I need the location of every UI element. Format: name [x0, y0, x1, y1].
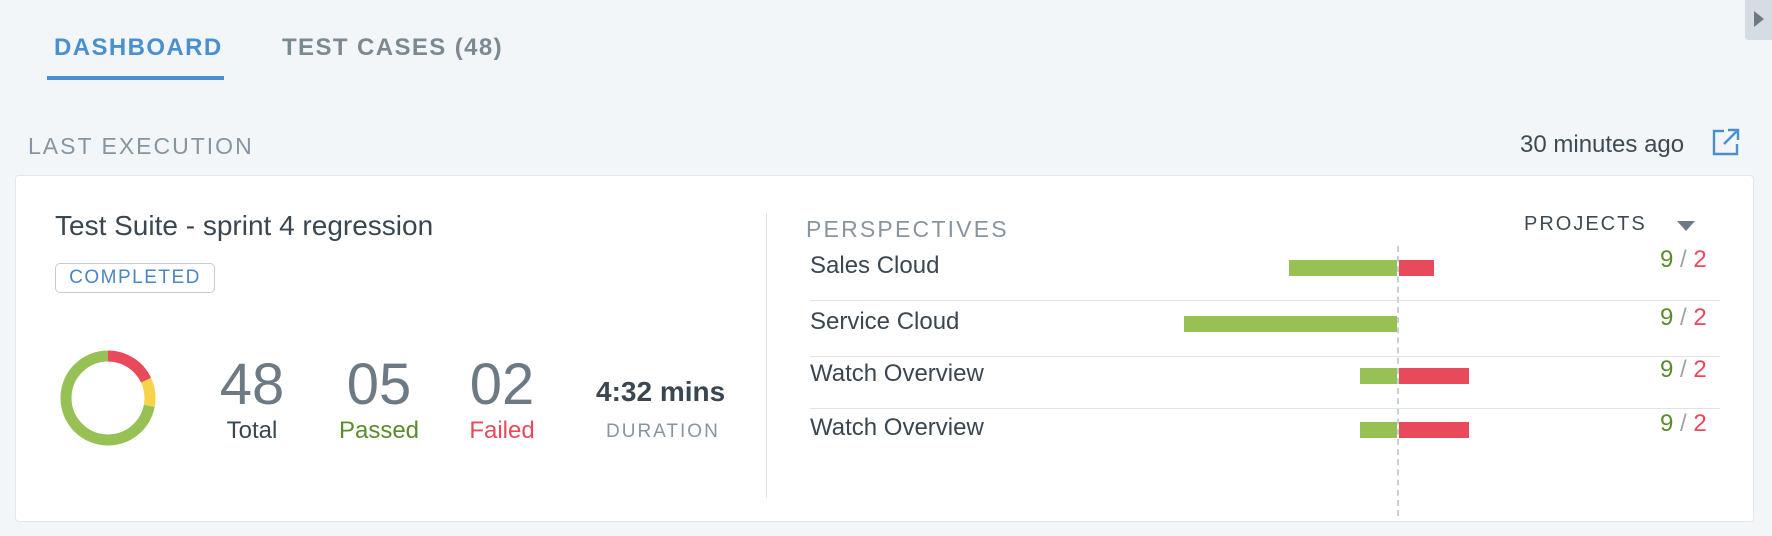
fail-bar	[1399, 260, 1435, 276]
pass-bar	[1359, 368, 1397, 384]
status-badge: COMPLETED	[55, 263, 215, 293]
perspective-name: Watch Overview	[810, 360, 984, 387]
ratio-separator: /	[1673, 304, 1694, 331]
fail-bar	[1399, 422, 1470, 438]
last-execution-card: Test Suite - sprint 4 regression COMPLET…	[15, 175, 1754, 522]
ratio-fail: 2	[1693, 410, 1707, 437]
tab-dashboard[interactable]: DASHBOARD	[54, 34, 223, 62]
fail-bar	[1399, 368, 1470, 384]
result-donut-chart	[60, 350, 156, 446]
total-count: 48	[219, 352, 285, 417]
ratio-pass: 9	[1660, 410, 1674, 437]
panel-divider	[766, 213, 767, 498]
perspective-name: Service Cloud	[810, 308, 960, 335]
pass-fail-ratio: 9 / 2	[1660, 410, 1707, 438]
perspective-row[interactable]: Watch Overview 9 / 2	[810, 348, 1720, 409]
duration-value: 4:32 mins	[596, 376, 726, 407]
ratio-pass: 9	[1660, 304, 1674, 331]
perspective-row[interactable]: Watch Overview 9 / 2	[810, 402, 1720, 462]
ratio-separator: /	[1673, 356, 1694, 383]
external-link-icon[interactable]	[1711, 127, 1741, 157]
pass-bar	[1183, 316, 1397, 332]
passed-count: 05	[346, 352, 412, 417]
suite-title[interactable]: Test Suite - sprint 4 regression	[55, 210, 433, 242]
active-tab-indicator	[47, 76, 224, 80]
execution-timestamp: 30 minutes ago	[1520, 131, 1685, 158]
failed-count: 02	[469, 352, 535, 417]
passed-label: Passed	[338, 417, 420, 444]
perspective-name: Sales Cloud	[810, 252, 940, 279]
caret-down-icon[interactable]	[1676, 220, 1696, 232]
perspective-name: Watch Overview	[810, 414, 984, 441]
section-title: LAST EXECUTION	[28, 133, 254, 159]
ratio-fail: 2	[1693, 356, 1707, 383]
ratio-fail: 2	[1693, 246, 1707, 273]
projects-dropdown[interactable]: PROJECTS	[1524, 213, 1647, 236]
pass-bar	[1359, 422, 1397, 438]
failed-label: Failed	[469, 417, 535, 444]
pass-fail-ratio: 9 / 2	[1660, 356, 1707, 384]
pass-fail-ratio: 9 / 2	[1660, 246, 1707, 274]
ratio-fail: 2	[1693, 304, 1707, 331]
perspective-row[interactable]: Sales Cloud 9 / 2	[810, 240, 1720, 301]
ratio-separator: /	[1673, 410, 1694, 437]
caret-right-icon	[1754, 11, 1764, 27]
pass-bar	[1289, 260, 1397, 276]
ratio-pass: 9	[1660, 246, 1674, 273]
tab-test-cases[interactable]: TEST CASES (48)	[282, 34, 503, 62]
collapse-panel-button[interactable]	[1745, 0, 1772, 40]
total-label: Total	[226, 417, 278, 444]
ratio-separator: /	[1673, 246, 1694, 273]
ratio-pass: 9	[1660, 356, 1674, 383]
perspectives-title: PERSPECTIVES	[806, 216, 1009, 242]
pass-fail-ratio: 9 / 2	[1660, 304, 1707, 332]
duration-label: DURATION	[606, 421, 720, 442]
